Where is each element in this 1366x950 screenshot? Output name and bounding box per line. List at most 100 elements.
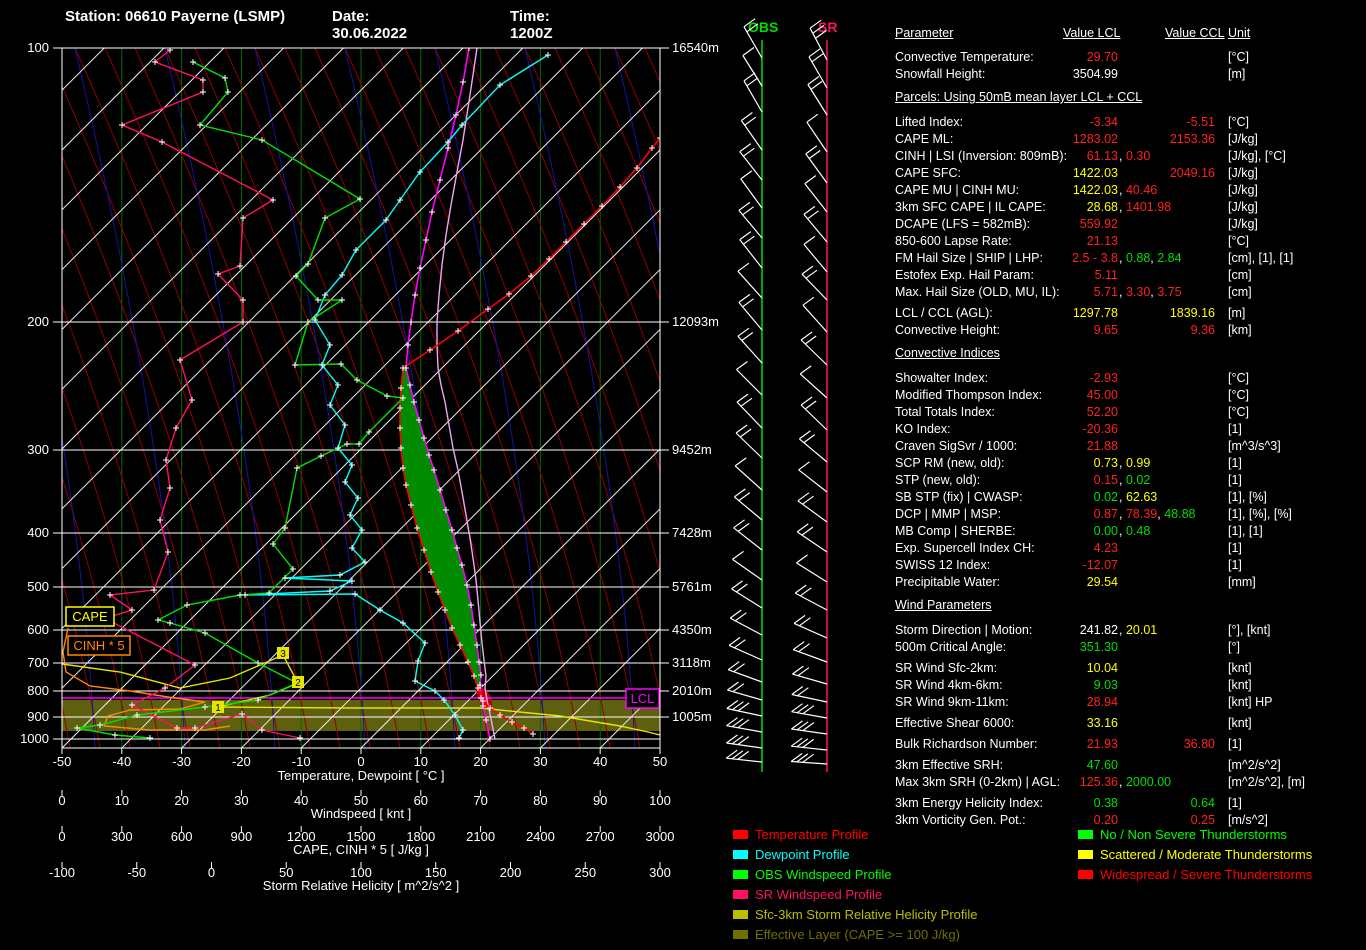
unit-label: [°C]	[1228, 388, 1249, 402]
legend-swatch-icon	[733, 909, 748, 919]
parameter-row: 3km SFC CAPE | IL CAPE: 28.68, 1401.98 [J/…	[895, 199, 1366, 216]
parameter-row: SR Wind Sfc-2km: 10.04 [knt]	[895, 660, 1366, 677]
value-extra-item: 3.75	[1157, 285, 1182, 299]
annotation-text: CAPE	[72, 609, 108, 624]
value-ccl: 2049.16	[1169, 166, 1215, 180]
srh-tick-label: -100	[49, 865, 75, 880]
parameter-row: Bulk Richardson Number: 21.93 36.80 [1]	[895, 736, 1366, 753]
unit-label: [°]	[1228, 640, 1240, 654]
pressure-label: 300	[27, 442, 49, 457]
temperature-markers	[397, 135, 660, 737]
legend-label: Scattered / Moderate Thunderstorms	[1100, 846, 1313, 862]
wind-tick-label: 20	[174, 793, 188, 808]
value-ccl: 0.64	[1190, 796, 1215, 810]
unit-label: [J/kg]	[1228, 166, 1258, 180]
unit-label: [1]	[1228, 796, 1242, 810]
parameter-row: Showalter Index: -2.93 [°C]	[895, 370, 1366, 387]
legend-swatch-icon	[733, 849, 748, 859]
value-extra-item: 0.02	[1125, 473, 1151, 487]
value-extra: , 78.39, 48.88	[1119, 506, 1195, 523]
unit-label: [°C]	[1228, 234, 1249, 248]
wind-tick-label: 40	[294, 793, 308, 808]
unit-label: [1]	[1228, 422, 1242, 436]
parameter-row: CINH | LSI (Inversion: 809mB): 61.13, 0.3…	[895, 148, 1366, 165]
severity-legend-item: No / Non Severe Thunderstorms	[1078, 824, 1312, 844]
height-label: 9452m	[672, 442, 712, 457]
wind-tick-label: 90	[593, 793, 607, 808]
unit-label: [°C]	[1228, 405, 1249, 419]
parameter-row: CAPE MU | CINH MU: 1422.03, 40.46 [J/kg]	[895, 182, 1366, 199]
value-lcl: -3.34	[1089, 115, 1119, 129]
value-separator: ,	[1119, 623, 1126, 637]
height-label: 3118m	[672, 655, 711, 670]
unit-label: [knt]	[1228, 716, 1252, 730]
temp-tick-label: -20	[232, 754, 251, 769]
dry-adiabat-line	[464, 48, 660, 574]
value-lcl: 33.16	[1086, 716, 1118, 730]
parameter-row: KO Index: -20.36 [1]	[895, 421, 1366, 438]
unit-label: [°C]	[1228, 115, 1249, 129]
srh-tick-label: 250	[574, 865, 596, 880]
value-extra-item: 0.88	[1125, 251, 1151, 265]
parameter-row: 500m Critical Angle: 351.30 [°]	[895, 639, 1366, 656]
cape-tick-label: 600	[171, 829, 193, 844]
parameter-row: Craven SigSvr / 1000: 21.88 [m^3/s^3]	[895, 438, 1366, 455]
value-lcl: 21.93	[1086, 737, 1118, 751]
header-value-lcl: Value LCL	[1063, 26, 1121, 40]
dry-adiabat-line	[524, 48, 660, 384]
value-lcl: 1422.03	[1072, 183, 1118, 197]
cape-tick-label: 2700	[586, 829, 615, 844]
unit-label: [cm]	[1228, 268, 1252, 282]
unit-label: [cm]	[1228, 285, 1252, 299]
titlebar: Station: 06610 Payerne (LSMP) Date: 30.0…	[65, 8, 553, 42]
value-extra: , 0.99	[1119, 455, 1150, 472]
value-separator: ,	[1119, 285, 1126, 299]
unit-label: [1], [%]	[1228, 490, 1267, 504]
cape-tick-label: 2400	[526, 829, 555, 844]
value-ccl: -5.51	[1186, 115, 1216, 129]
wind-tick-label: 30	[234, 793, 248, 808]
time-label: Time: 1200Z	[510, 8, 553, 42]
pressure-label: 1000	[20, 731, 49, 746]
value-separator: ,	[1119, 183, 1126, 197]
unit-label: [knt] HP	[1228, 695, 1273, 709]
pressure-label: 600	[27, 622, 49, 637]
value-extra: , 0.30	[1119, 148, 1150, 165]
pressure-label: 400	[27, 525, 49, 540]
unit-label: [m]	[1228, 67, 1246, 81]
value-lcl: 29.70	[1086, 50, 1118, 64]
annotation-text: CINH * 5	[73, 638, 124, 653]
unit-label: [1]	[1228, 558, 1242, 572]
section-header: Wind Parameters	[895, 598, 992, 612]
dry-adiabat-line	[314, 48, 551, 748]
value-extra-item: 2000.00	[1125, 775, 1172, 789]
height-label: 2010m	[672, 683, 712, 698]
legend-swatch-icon	[1078, 849, 1093, 859]
parameter-row: Effective Shear 6000: 33.16 [knt]	[895, 715, 1366, 732]
value-extra-item: 40.46	[1125, 183, 1158, 197]
value-lcl: 1283.02	[1072, 132, 1118, 146]
height-label: 4350m	[672, 622, 712, 637]
parameter-row: DCAPE (LFS = 582mB): 559.92 [J/kg]	[895, 216, 1366, 233]
unit-label: [J/kg], [°C]	[1228, 149, 1286, 163]
dry-adiabat-line	[494, 48, 660, 473]
value-lcl: 3504.99	[1072, 67, 1118, 81]
unit-label: [1], [1]	[1228, 524, 1263, 538]
value-lcl: -20.36	[1082, 422, 1118, 436]
height-label: 12093m	[672, 314, 719, 329]
value-extra: , 20.01	[1119, 622, 1157, 639]
value-extra-item: 1401.98	[1125, 200, 1172, 214]
legend-swatch-icon	[733, 869, 748, 879]
header-value-ccl: Value CCL	[1165, 26, 1225, 40]
unit-label: [J/kg]	[1228, 217, 1258, 231]
profile-legend-item: Temperature Profile	[733, 824, 978, 844]
temp-tick-label: 0	[357, 754, 364, 769]
parameter-rows: Convective Temperature: 29.70 [°C] Snowfall…	[895, 49, 1366, 829]
unit-label: [J/kg]	[1228, 132, 1258, 146]
height-label: 16540m	[672, 40, 719, 55]
sr_wind-markers	[106, 48, 303, 741]
cape-tick-label: 300	[111, 829, 133, 844]
parameter-row: Lifted Index: -3.34 -5.51 [°C]	[895, 114, 1366, 131]
parameter-row: Storm Direction | Motion: 241.82, 20.01 [°…	[895, 622, 1366, 639]
legend-swatch-icon	[733, 829, 748, 839]
